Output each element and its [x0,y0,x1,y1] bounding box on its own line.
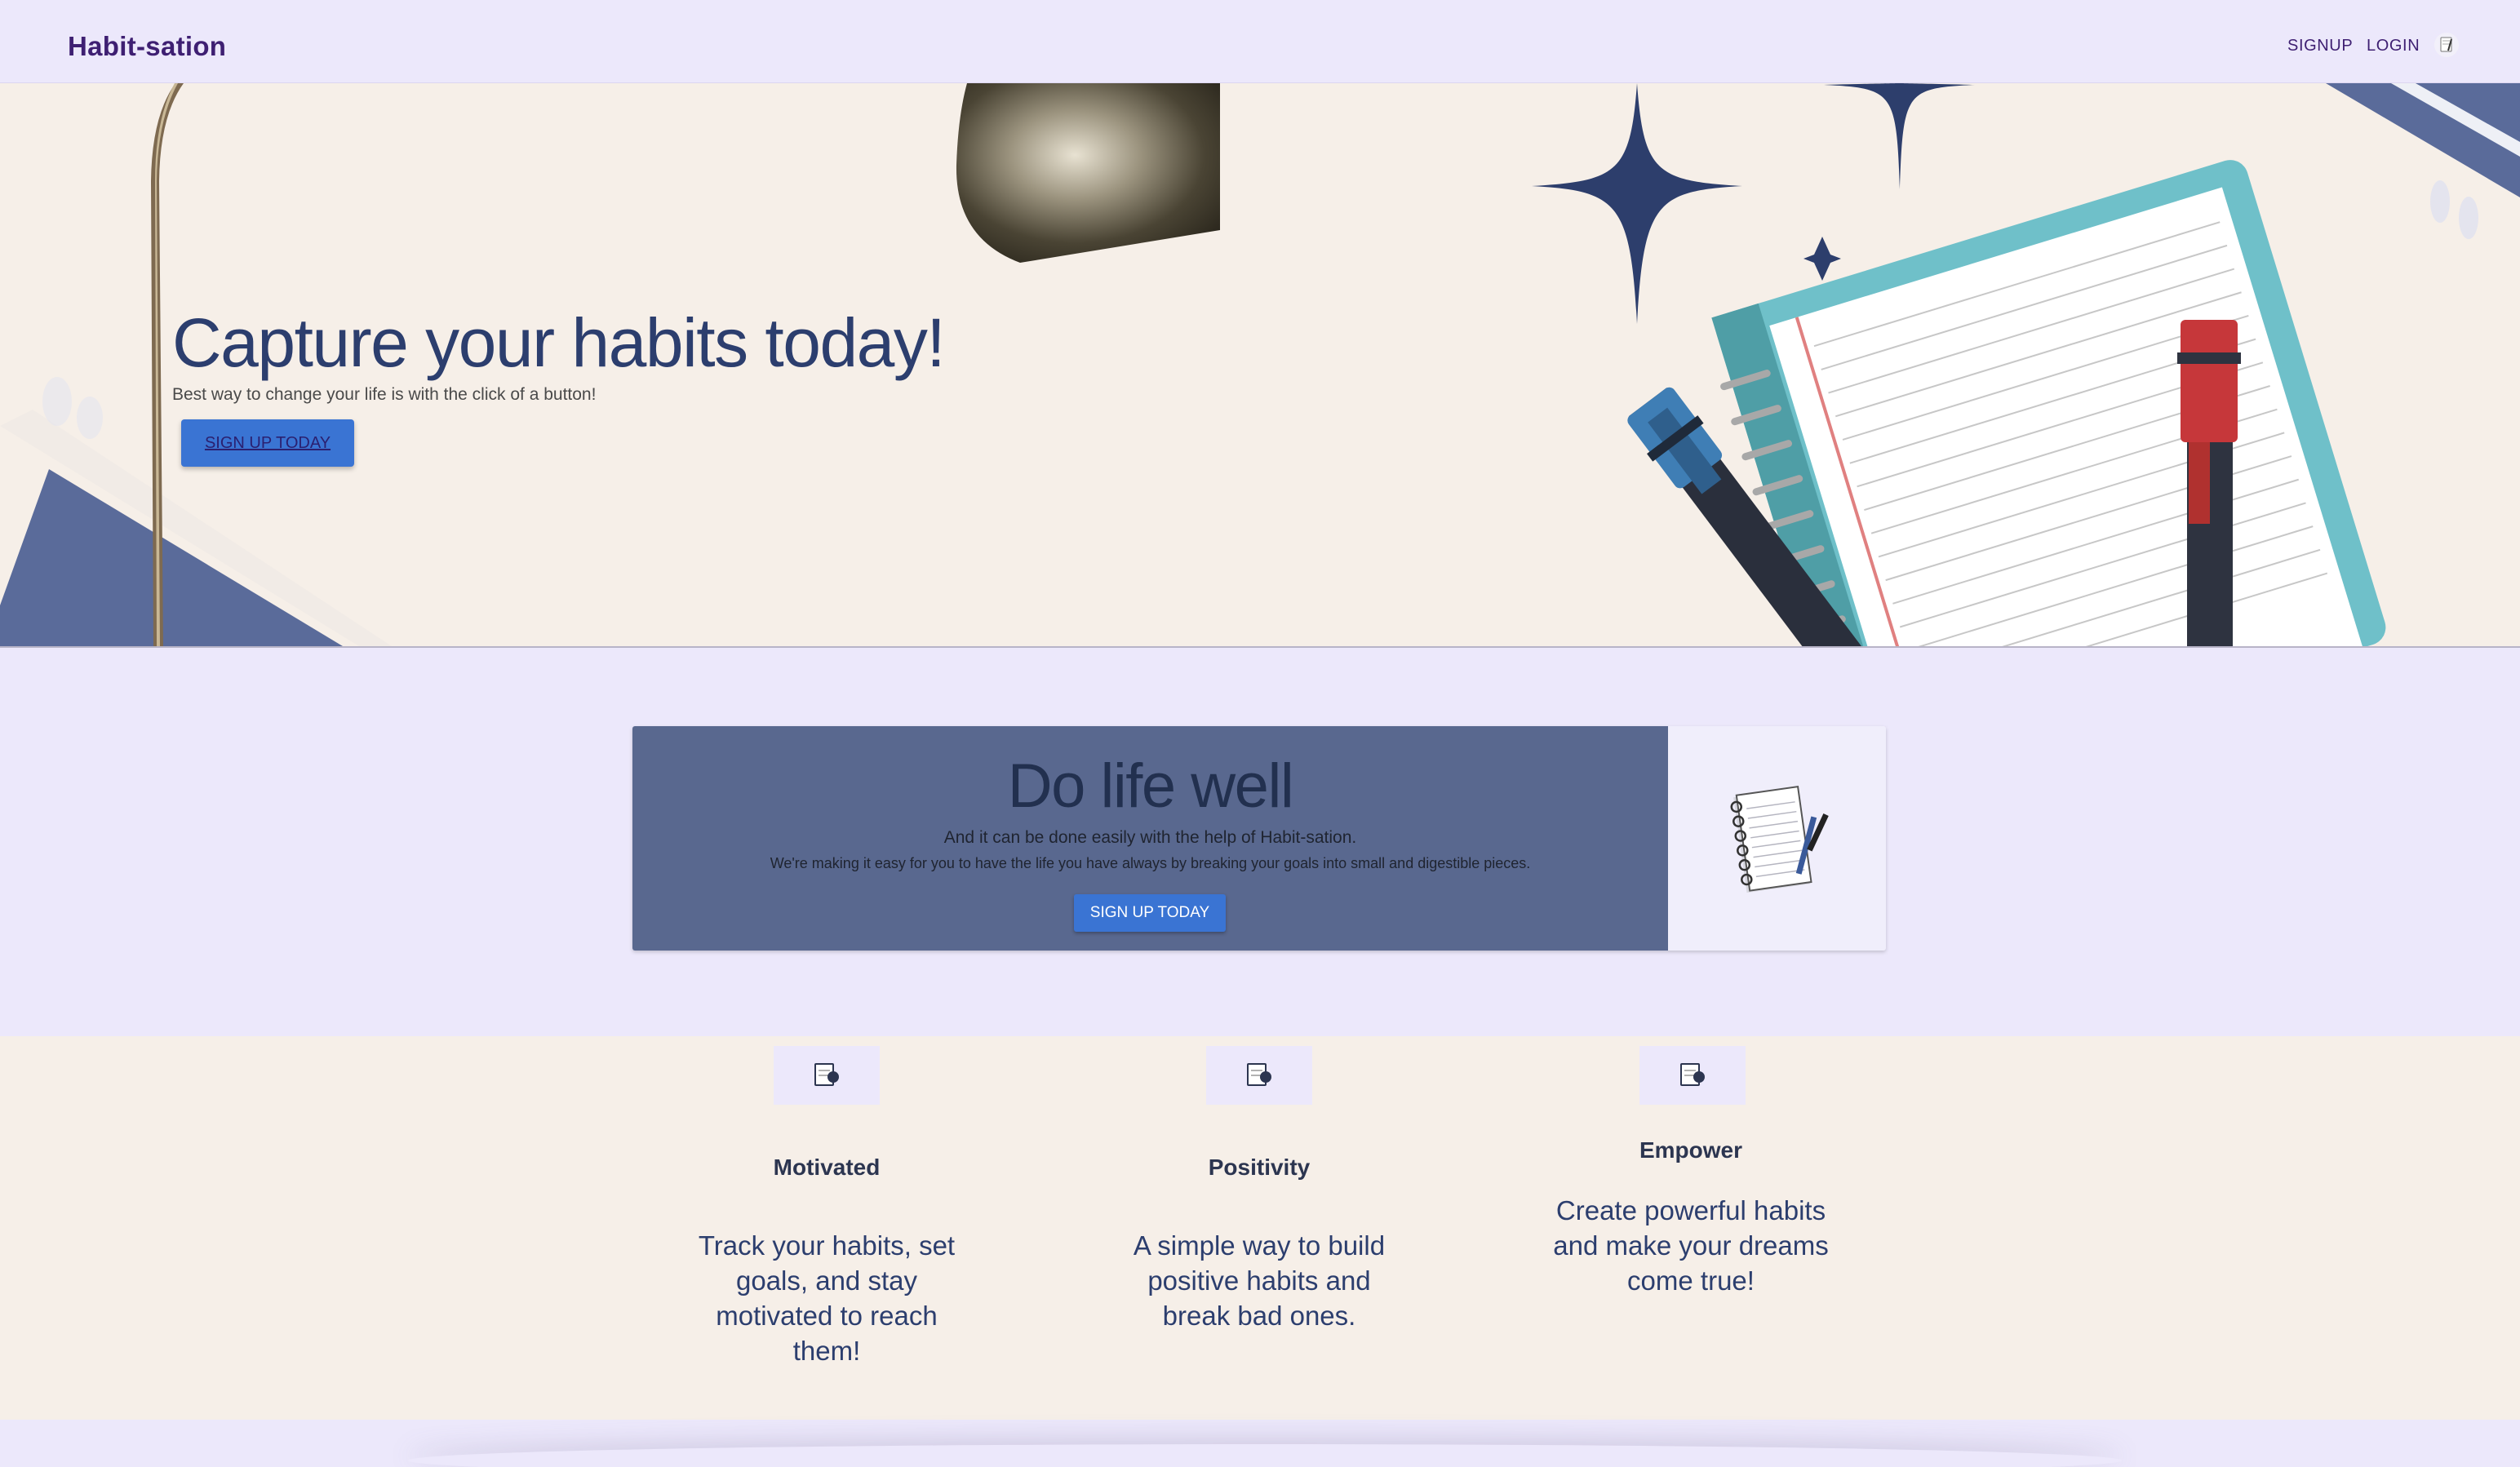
nav-login-link[interactable]: LOGIN [2367,37,2420,55]
brand-logo[interactable]: Habit-sation [68,31,226,62]
features-section: Motivated Track your habits, set goals, … [0,1036,2520,1420]
hero-title: Capture your habits today! [172,304,946,381]
feature-text: A simple way to build positive habits an… [1133,1230,1386,1331]
feature-title: Motivated [773,1155,881,1180]
cta-subtitle: And it can be done easily with the help … [943,828,1357,847]
hero-subtitle: Best way to change your life is with the… [172,385,597,404]
notebook-icon [814,1063,839,1086]
avatar[interactable] [2434,33,2459,57]
navbar: Habit-sation SIGNUP LOGIN [0,0,2520,83]
notebook-icon [2440,37,2452,52]
notebook-icon [1730,786,1829,893]
feature-text: Create powerful habits and make your dre… [1553,1195,1829,1296]
cta-title: Do life well [1007,751,1294,821]
feature-text: Track your habits, set goals, and stay m… [698,1230,956,1366]
feature-icon-box [1206,1046,1312,1105]
cta-description: We're making it easy for you to have the… [770,855,1531,871]
feature-icon-box [1639,1046,1746,1105]
cta-panel: Do life well And it can be done easily w… [632,726,1668,951]
cta-card: Do life well And it can be done easily w… [632,726,1886,951]
nav-signup-link[interactable]: SIGNUP [2287,37,2353,55]
notebook-icon [1247,1063,1271,1086]
feature-title: Empower [1639,1137,1743,1163]
cta-signup-button[interactable]: SIGN UP TODAY [1074,894,1226,932]
feature-title: Positivity [1208,1155,1311,1180]
hero-section: Capture your habits today! Best way to c… [0,83,2520,648]
feature-icon-box [774,1046,880,1105]
hero-signup-button[interactable]: SIGN UP TODAY [181,419,354,467]
notebook-icon [1680,1063,1705,1086]
